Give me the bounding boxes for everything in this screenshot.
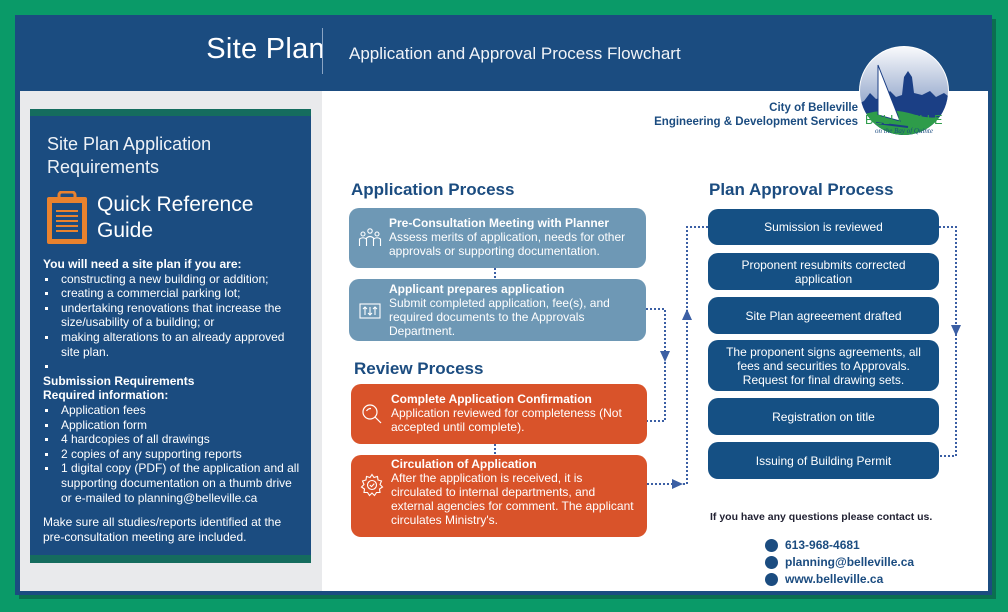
phone-icon [765, 538, 778, 552]
page-subtitle: Application and Approval Process Flowcha… [349, 44, 681, 63]
list-item: Application form [43, 418, 305, 433]
list-item [43, 359, 305, 374]
contact-prompt: If you have any questions please contact… [710, 511, 933, 523]
guide-subtitle: Quick Reference Guide [97, 193, 254, 242]
quick-reference-guide: Site Plan Application Requirements Quick… [30, 109, 311, 563]
step-title: Applicant prepares application [389, 282, 565, 296]
step-pre-consultation: Pre-Consultation Meeting with Planner As… [349, 208, 646, 268]
submission-heading: Submission Requirements [43, 373, 195, 388]
need-heading: You will need a site plan if you are: [43, 257, 242, 271]
guide-title: Site Plan Application Requirements [47, 134, 212, 177]
flowchart-card: Site Plan Application and Approval Proce… [15, 15, 992, 595]
step-body: Assess merits of application, needs for … [389, 230, 626, 258]
globe-icon [765, 572, 778, 586]
email-icon [765, 555, 778, 569]
required-list: Application fees Application form 4 hard… [43, 403, 305, 505]
arrowhead-down-right [951, 325, 961, 336]
contact-section: If you have any questions please contact… [710, 511, 933, 586]
list-item: creating a commercial parking lot; [43, 286, 305, 301]
page-title: Site Plan [206, 33, 325, 65]
documents-upload-icon [359, 303, 381, 319]
header: Site Plan Application and Approval Proce… [15, 15, 992, 91]
step-body: Submit completed application, fee(s), an… [389, 296, 610, 338]
plan-step: Site Plan agreeement drafted [708, 297, 939, 334]
step-title: Complete Application Confirmation [391, 392, 592, 406]
website-link[interactable]: www.belleville.ca [785, 572, 883, 586]
need-list: constructing a new building or addition;… [43, 272, 305, 374]
connector-review-to-plan [647, 226, 708, 485]
step-title: Pre-Consultation Meeting with Planner [389, 216, 610, 230]
step-prepare-application: Applicant prepares application Submit co… [349, 279, 646, 341]
arrowhead-right [672, 479, 683, 489]
list-item: constructing a new building or addition; [43, 272, 305, 287]
gear-check-icon [360, 473, 384, 497]
organization-name: City of Belleville Engineering & Develop… [654, 102, 858, 128]
content-area: Site Plan Application Requirements Quick… [20, 46, 988, 591]
list-item: 4 hardcopies of all drawings [43, 432, 305, 447]
arrowhead-down-left [660, 351, 670, 362]
plan-approval-heading: Plan Approval Process [709, 180, 894, 199]
logo-text: BELLEVILLE on the Bay of Quinte [865, 113, 943, 135]
plan-step: Proponent resubmits corrected applicatio… [708, 253, 939, 290]
list-item: undertaking renovations that increase th… [43, 301, 305, 330]
guide-note: Make sure all studies/reports identified… [43, 515, 282, 544]
connector-app-to-review [646, 308, 666, 422]
plan-step: The proponent signs agreements, all fees… [708, 340, 939, 391]
contact-email: planning@belleville.ca [765, 555, 914, 569]
connector-plan-loop [939, 226, 957, 457]
contact-phone: 613-968-4681 [765, 538, 860, 552]
review-process-heading: Review Process [354, 359, 484, 378]
step-title: Circulation of Application [391, 457, 537, 471]
list-item: making alterations to an already approve… [43, 330, 305, 359]
left-pane: Site Plan Application Requirements Quick… [20, 91, 322, 591]
phone-link[interactable]: 613-968-4681 [785, 538, 860, 552]
step-body: Application reviewed for completeness (N… [391, 406, 622, 434]
clipboard-icon [47, 191, 87, 244]
step-complete-confirmation: Complete Application Confirmation Applic… [351, 384, 647, 444]
list-item: 2 copies of any supporting reports [43, 447, 305, 462]
email-link[interactable]: planning@belleville.ca [785, 555, 914, 569]
arrowhead-up-center [682, 309, 692, 320]
plan-step: Registration on title [708, 398, 939, 435]
title-divider [322, 28, 323, 74]
step-body: After the application is received, it is… [391, 471, 634, 527]
guide-body: You will need a site plan if you are: co… [43, 257, 305, 544]
plan-step: Sumission is reviewed [708, 209, 939, 245]
plan-step: Issuing of Building Permit [708, 442, 939, 479]
application-process-heading: Application Process [351, 180, 515, 199]
list-item: 1 digital copy (PDF) of the application … [43, 461, 305, 505]
magnifier-icon [362, 404, 382, 424]
people-group-icon [358, 228, 382, 246]
step-circulation: Circulation of Application After the app… [351, 455, 647, 537]
list-item: Application fees [43, 403, 305, 418]
contact-website: www.belleville.ca [765, 572, 883, 586]
required-heading: Required information: [43, 388, 169, 403]
